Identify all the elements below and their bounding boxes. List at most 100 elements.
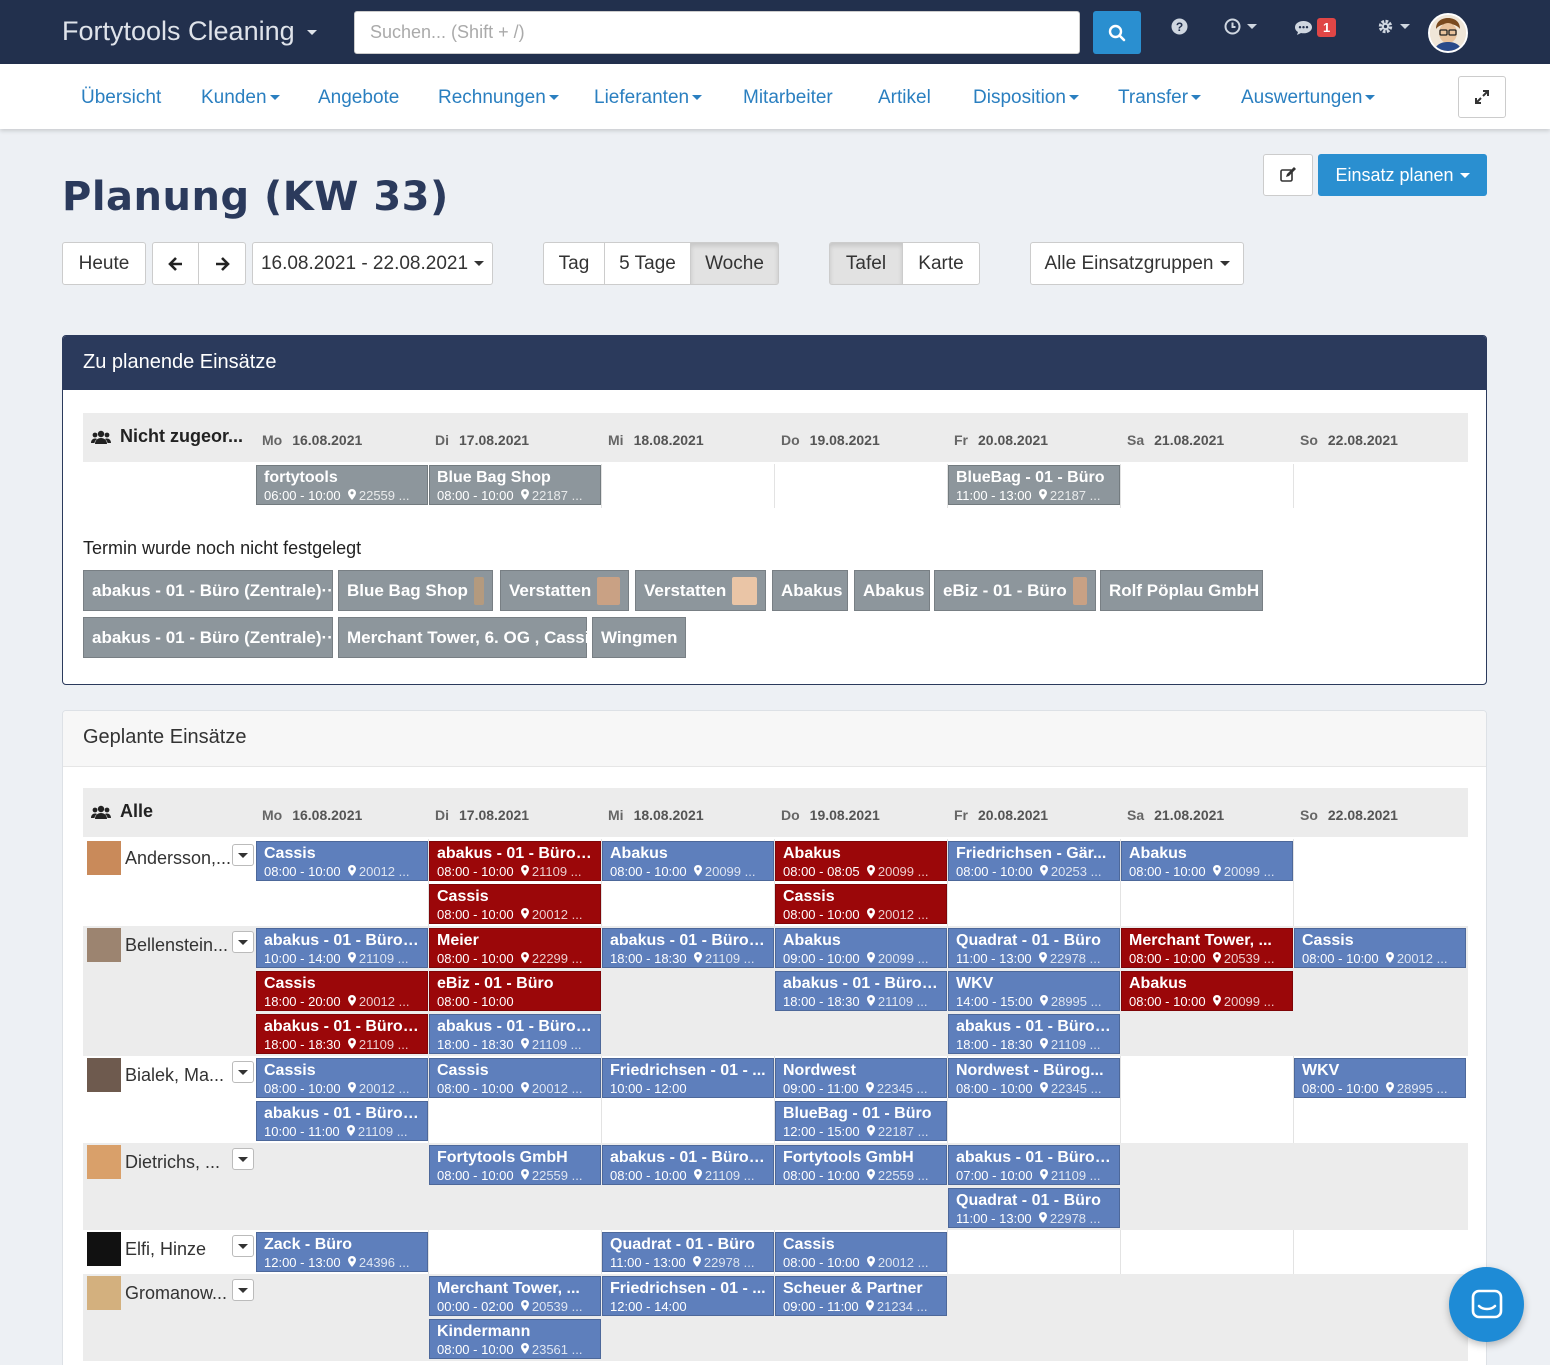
search-button[interactable] bbox=[1093, 11, 1141, 54]
event-card[interactable]: abakus - 01 - Büro ... 18:00 - 18:30 2110… bbox=[948, 1014, 1120, 1054]
unscheduled-chip[interactable]: Abakus bbox=[854, 570, 930, 611]
user-avatar[interactable] bbox=[1428, 13, 1468, 53]
nav-disposition[interactable]: Disposition bbox=[973, 87, 1079, 109]
history-button[interactable] bbox=[1224, 18, 1257, 35]
event-card[interactable]: Merchant Tower, ... 08:00 - 10:00 20539 .… bbox=[1121, 928, 1293, 968]
event-card[interactable]: Cassis 08:00 - 10:00 20012 ... bbox=[1294, 928, 1466, 968]
event-card[interactable]: Friedrichsen - 01 - ... 12:00 - 14:00 bbox=[602, 1276, 774, 1316]
view-week-button[interactable]: Woche bbox=[690, 242, 779, 285]
employee-menu-button[interactable] bbox=[232, 1148, 254, 1170]
settings-button[interactable] bbox=[1377, 18, 1410, 35]
event-card[interactable]: Cassis 08:00 - 10:00 20012 ... bbox=[429, 884, 601, 924]
event-card[interactable]: Cassis 18:00 - 20:00 20012 ... bbox=[256, 971, 428, 1011]
unscheduled-chip[interactable]: eBiz - 01 - Büro bbox=[934, 570, 1096, 611]
mode-map-button[interactable]: Karte bbox=[902, 242, 980, 285]
event-card[interactable]: abakus - 01 - Büro ... 07:00 - 10:00 2110… bbox=[948, 1145, 1120, 1185]
event-card[interactable]: abakus - 01 - Büro ... 08:00 - 10:00 2110… bbox=[429, 841, 601, 881]
event-card[interactable]: Nordwest 09:00 - 11:00 22345 ... bbox=[775, 1058, 947, 1098]
event-card[interactable]: Abakus 08:00 - 10:00 20099 ... bbox=[1121, 971, 1293, 1011]
event-card[interactable]: abakus - 01 - Büro ... 18:00 - 18:30 2110… bbox=[602, 928, 774, 968]
unscheduled-chip[interactable]: Wingmen bbox=[592, 617, 686, 658]
help-button[interactable]: ? bbox=[1171, 18, 1188, 35]
view-day-button[interactable]: Tag bbox=[543, 242, 605, 285]
brand-switcher[interactable]: Fortytools Cleaning bbox=[62, 16, 317, 47]
edit-button[interactable] bbox=[1263, 154, 1313, 196]
event-card[interactable]: Fortytools GmbH 08:00 - 10:00 22559 ... bbox=[429, 1145, 601, 1185]
event-card[interactable]: abakus - 01 - Büro ... 08:00 - 10:00 2110… bbox=[602, 1145, 774, 1185]
employee-menu-button[interactable] bbox=[232, 931, 254, 953]
event-card[interactable]: abakus - 01 - Büro ... 10:00 - 11:00 2110… bbox=[256, 1101, 428, 1141]
event-card[interactable]: Cassis 08:00 - 10:00 20012 ... bbox=[429, 1058, 601, 1098]
fullscreen-button[interactable] bbox=[1458, 76, 1506, 118]
group-filter-dropdown[interactable]: Alle Einsatzgruppen bbox=[1030, 242, 1244, 285]
event-card[interactable]: Kindermann 08:00 - 10:00 23561 ... bbox=[429, 1319, 601, 1359]
employee-name[interactable]: Dietrichs, ... bbox=[87, 1145, 220, 1179]
nav-transfer[interactable]: Transfer bbox=[1118, 87, 1202, 109]
event-card[interactable]: BlueBag - 01 - Büro 12:00 - 15:00 22187 .… bbox=[775, 1101, 947, 1141]
plan-assignment-button[interactable]: Einsatz planen bbox=[1318, 154, 1487, 196]
today-button[interactable]: Heute bbox=[62, 242, 146, 285]
unscheduled-chip[interactable]: Blue Bag Shop bbox=[338, 570, 493, 611]
next-week-button[interactable] bbox=[198, 242, 246, 285]
event-card[interactable]: eBiz - 01 - Büro 08:00 - 10:00 bbox=[429, 971, 601, 1011]
employee-name[interactable]: Gromanow... bbox=[87, 1276, 227, 1310]
event-card[interactable]: Abakus 08:00 - 10:00 20099 ... bbox=[1121, 841, 1293, 881]
event-card[interactable]: Nordwest - Bürog... 08:00 - 10:00 22345 .… bbox=[948, 1058, 1120, 1098]
event-card[interactable]: Abakus 08:00 - 08:05 20099 ... bbox=[775, 841, 947, 881]
unscheduled-chip[interactable]: Verstatten bbox=[500, 570, 629, 611]
unscheduled-chip[interactable]: abakus - 01 - Büro (Zentrale)··· bbox=[83, 570, 339, 611]
event-card[interactable]: Quadrat - 01 - Büro 11:00 - 13:00 22978 .… bbox=[948, 1188, 1120, 1228]
nav-kunden[interactable]: Kunden bbox=[201, 87, 280, 109]
nav-mitarbeiter[interactable]: Mitarbeiter bbox=[743, 87, 833, 109]
event-card[interactable]: Quadrat - 01 - Büro 11:00 - 13:00 22978 .… bbox=[602, 1232, 774, 1272]
event-card[interactable]: abakus - 01 - Büro ... 18:00 - 18:30 2110… bbox=[429, 1014, 601, 1054]
event-card[interactable]: Scheuer & Partner 09:00 - 11:00 21234 ... bbox=[775, 1276, 947, 1316]
event-card[interactable]: Cassis 08:00 - 10:00 20012 ... bbox=[256, 841, 428, 881]
employee-menu-button[interactable] bbox=[232, 844, 254, 866]
unscheduled-chip[interactable]: Rolf Pöplau GmbH bbox=[1100, 570, 1263, 611]
employee-menu-button[interactable] bbox=[232, 1061, 254, 1083]
event-card[interactable]: BlueBag - 01 - Büro 11:00 - 13:00 22187 .… bbox=[948, 465, 1120, 505]
unscheduled-chip[interactable]: abakus - 01 - Büro (Zentrale)··· bbox=[83, 617, 339, 658]
event-card[interactable]: Abakus 08:00 - 10:00 20099 ... bbox=[602, 841, 774, 881]
event-card[interactable]: Friedrichsen - Gär... 08:00 - 10:00 20253… bbox=[948, 841, 1120, 881]
nav-artikel[interactable]: Artikel bbox=[878, 87, 931, 109]
event-card[interactable]: Zack - Büro 12:00 - 13:00 24396 ... bbox=[256, 1232, 428, 1272]
search-input[interactable] bbox=[354, 11, 1080, 54]
event-card[interactable]: abakus - 01 - Büro ... 18:00 - 18:30 2110… bbox=[775, 971, 947, 1011]
unscheduled-chip[interactable]: Verstatten bbox=[635, 570, 766, 611]
nav-rechnungen[interactable]: Rechnungen bbox=[438, 87, 559, 109]
nav-auswertungen[interactable]: Auswertungen bbox=[1241, 87, 1376, 109]
event-card[interactable]: Meier 08:00 - 10:00 22299 ... bbox=[429, 928, 601, 968]
event-card[interactable]: Cassis 08:00 - 10:00 20012 ... bbox=[775, 884, 947, 924]
event-card[interactable]: Merchant Tower, ... 00:00 - 02:00 20539 .… bbox=[429, 1276, 601, 1316]
event-card[interactable]: Fortytools GmbH 08:00 - 10:00 22559 ... bbox=[775, 1145, 947, 1185]
nav-angebote[interactable]: Angebote bbox=[318, 87, 399, 109]
employee-name[interactable]: Andersson,... bbox=[87, 841, 231, 875]
employee-menu-button[interactable] bbox=[232, 1279, 254, 1301]
event-card[interactable]: abakus - 01 - Büro ... 10:00 - 14:00 2110… bbox=[256, 928, 428, 968]
nav-lieferanten[interactable]: Lieferanten bbox=[594, 87, 703, 109]
view-5days-button[interactable]: 5 Tage bbox=[604, 242, 691, 285]
event-card[interactable]: fortytools 06:00 - 10:00 22559 ... bbox=[256, 465, 428, 505]
employee-name[interactable]: Elfi, Hinze bbox=[87, 1232, 206, 1266]
chat-widget-button[interactable] bbox=[1449, 1267, 1524, 1342]
mode-board-button[interactable]: Tafel bbox=[829, 242, 903, 285]
unscheduled-chip[interactable]: Merchant Tower, 6. OG , Cassis bbox=[338, 617, 599, 658]
date-range-dropdown[interactable]: 16.08.2021 - 22.08.2021 bbox=[252, 242, 493, 285]
event-card[interactable]: Cassis 08:00 - 10:00 20012 ... bbox=[256, 1058, 428, 1098]
event-card[interactable]: Cassis 08:00 - 10:00 20012 ... bbox=[775, 1232, 947, 1272]
event-card[interactable]: WKV 08:00 - 10:00 28995 ... bbox=[1294, 1058, 1466, 1098]
nav-uebersicht[interactable]: Übersicht bbox=[81, 87, 161, 109]
event-card[interactable]: WKV 14:00 - 15:00 28995 ... bbox=[948, 971, 1120, 1011]
event-card[interactable]: Friedrichsen - 01 - ... 10:00 - 12:00 bbox=[602, 1058, 774, 1098]
event-card[interactable]: Abakus 09:00 - 10:00 20099 ... bbox=[775, 928, 947, 968]
messages-button[interactable]: 1 bbox=[1294, 18, 1337, 37]
event-card[interactable]: Blue Bag Shop 08:00 - 10:00 22187 ... bbox=[429, 465, 601, 505]
employee-menu-button[interactable] bbox=[232, 1235, 254, 1257]
employee-name[interactable]: Bialek, Ma... bbox=[87, 1058, 224, 1092]
event-card[interactable]: Quadrat - 01 - Büro 11:00 - 13:00 22978 .… bbox=[948, 928, 1120, 968]
event-card[interactable]: abakus - 01 - Büro ... 18:00 - 18:30 2110… bbox=[256, 1014, 428, 1054]
prev-week-button[interactable] bbox=[152, 242, 199, 285]
employee-name[interactable]: Bellenstein... bbox=[87, 928, 228, 962]
